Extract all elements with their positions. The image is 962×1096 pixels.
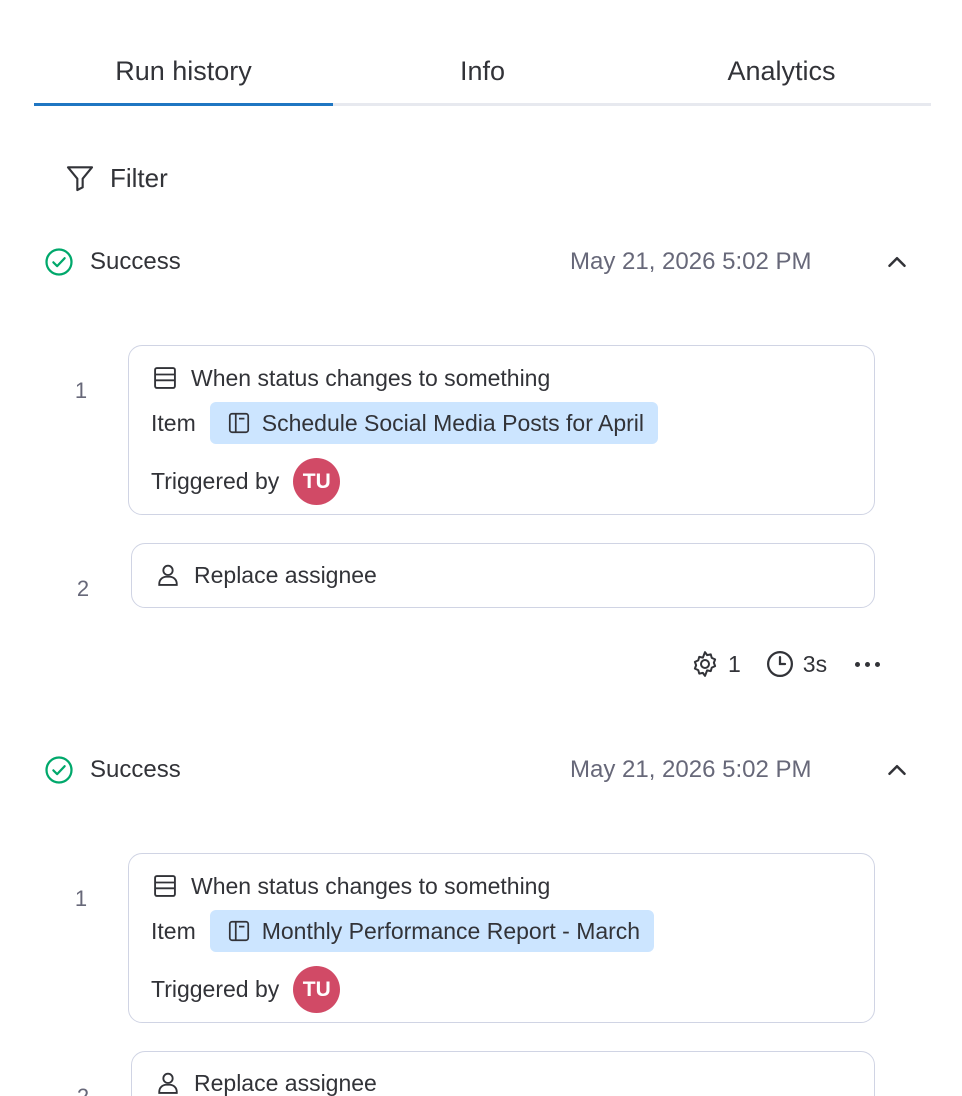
filter-label: Filter bbox=[110, 162, 168, 193]
step-number: 1 bbox=[74, 886, 88, 911]
run-status: Success bbox=[90, 248, 181, 275]
tab-analytics[interactable]: Analytics bbox=[632, 40, 931, 103]
dot bbox=[865, 661, 871, 667]
item-chip[interactable]: Schedule Social Media Posts for April bbox=[209, 402, 658, 444]
filter-button[interactable]: Filter bbox=[64, 160, 168, 196]
gear-icon bbox=[693, 651, 717, 677]
item-label: Item bbox=[151, 409, 196, 436]
trigger-line: When status changes to something bbox=[151, 364, 550, 392]
step-number: 2 bbox=[76, 576, 90, 601]
avatar[interactable]: TU bbox=[293, 458, 341, 505]
run-header: Success May 21, 2026 5:02 PM bbox=[44, 753, 924, 787]
dot bbox=[875, 661, 881, 667]
success-check-icon bbox=[45, 248, 73, 276]
person-icon bbox=[158, 1072, 178, 1094]
run-history-panel: Run history Info Analytics Filter Succes… bbox=[0, 0, 962, 1096]
item-chip[interactable]: Monthly Performance Report - March bbox=[209, 910, 655, 952]
triggered-by-line: Triggered by TU bbox=[151, 458, 341, 505]
trigger-text: When status changes to something bbox=[191, 872, 551, 899]
action-line: Replace assignee bbox=[154, 561, 377, 589]
tab-bar: Run history Info Analytics bbox=[34, 40, 931, 106]
action-line: Replace assignee bbox=[154, 1069, 377, 1096]
item-label: Item bbox=[151, 917, 196, 944]
actions-count: 1 bbox=[728, 650, 741, 677]
run-footer: 1 3s bbox=[690, 646, 881, 682]
item-line: Item Monthly Performance Report - March bbox=[151, 910, 655, 952]
run-date: May 21, 2026 5:02 PM bbox=[570, 248, 812, 275]
item-name: Monthly Performance Report - March bbox=[261, 917, 641, 944]
trigger-step-card[interactable]: When status changes to something Item Sc… bbox=[128, 345, 875, 515]
item-icon bbox=[228, 412, 249, 434]
person-icon bbox=[158, 564, 178, 586]
dot bbox=[855, 661, 861, 667]
chevron-up-icon[interactable] bbox=[882, 755, 912, 785]
avatar[interactable]: TU bbox=[293, 966, 341, 1013]
tab-info[interactable]: Info bbox=[333, 40, 632, 103]
action-text: Replace assignee bbox=[194, 561, 377, 588]
run-header: Success May 21, 2026 5:02 PM bbox=[44, 245, 924, 279]
triggered-by-line: Triggered by TU bbox=[151, 966, 341, 1013]
trigger-line: When status changes to something bbox=[151, 872, 550, 900]
more-options-button[interactable] bbox=[855, 661, 881, 667]
tab-run-history[interactable]: Run history bbox=[34, 40, 333, 106]
filter-icon bbox=[66, 166, 94, 192]
triggered-by-label: Triggered by bbox=[151, 468, 280, 494]
action-step-card[interactable]: Replace assignee bbox=[131, 543, 875, 608]
success-check-icon bbox=[45, 756, 73, 784]
trigger-step-card[interactable]: When status changes to something Item Mo… bbox=[128, 853, 875, 1023]
chevron-up-icon[interactable] bbox=[882, 247, 912, 277]
run-date: May 21, 2026 5:02 PM bbox=[570, 756, 812, 783]
clock-icon bbox=[766, 651, 793, 677]
step-number: 1 bbox=[74, 378, 88, 403]
run-status: Success bbox=[90, 756, 181, 783]
item-name: Schedule Social Media Posts for April bbox=[261, 409, 644, 436]
trigger-text: When status changes to something bbox=[191, 364, 551, 391]
board-table-icon bbox=[154, 367, 176, 389]
item-icon bbox=[228, 920, 249, 942]
run-duration: 3s bbox=[802, 650, 828, 677]
item-line: Item Schedule Social Media Posts for Apr… bbox=[151, 402, 658, 444]
step-number: 2 bbox=[68, 1084, 98, 1096]
action-text: Replace assignee bbox=[194, 1069, 377, 1096]
triggered-by-label: Triggered by bbox=[151, 976, 280, 1002]
action-step-card[interactable]: Replace assignee bbox=[131, 1051, 875, 1096]
board-table-icon bbox=[154, 875, 176, 897]
